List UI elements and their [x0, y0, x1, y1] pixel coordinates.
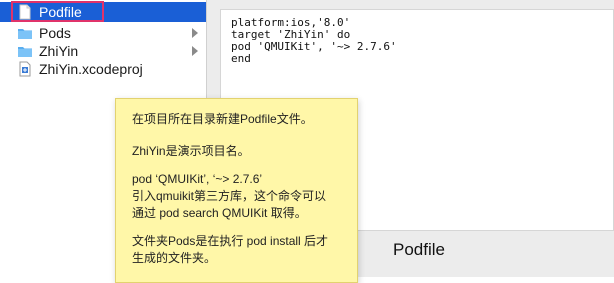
- folder-icon: [18, 47, 32, 57]
- preview-filename: Podfile: [393, 240, 445, 259]
- file-label: Pods: [39, 25, 71, 41]
- annotation-highlight: [11, 1, 104, 22]
- finder-window: Podfile Pods ZhiYin ZhiYin.xcodeproj pla…: [0, 0, 614, 283]
- folder-icon: [18, 29, 32, 39]
- file-row-xcodeproj[interactable]: ZhiYin.xcodeproj: [0, 59, 206, 79]
- disclosure-arrow-icon[interactable]: [192, 46, 198, 56]
- note-line: 在项目所在目录新建Podfile文件。: [132, 112, 313, 126]
- note-line: 通过 pod search QMUIKit 取得。: [132, 206, 307, 220]
- note-line: 引入qmuikit第三方库，这个命令可以: [132, 189, 327, 203]
- disclosure-arrow-icon[interactable]: [192, 28, 198, 38]
- note-line: pod ‘QMUIKit’, ‘~> 2.7.6’: [132, 172, 263, 186]
- file-row-pods[interactable]: Pods: [0, 23, 206, 43]
- note-line: 文件夹Pods是在执行 pod install 后才: [132, 234, 329, 248]
- code-line: end: [231, 52, 251, 65]
- note-line: ZhiYin是演示项目名。: [132, 144, 250, 158]
- file-label: ZhiYin.xcodeproj: [39, 61, 143, 77]
- note-line: 生成的文件夹。: [132, 251, 217, 265]
- xcodeproj-icon: [19, 61, 31, 77]
- file-row-zhiyin[interactable]: ZhiYin: [0, 41, 206, 61]
- file-label: ZhiYin: [39, 43, 79, 59]
- code-line: pod 'QMUIKit', '~> 2.7.6': [231, 40, 397, 53]
- sticky-note: 在项目所在目录新建Podfile文件。 ZhiYin是演示项目名。 pod ‘Q…: [115, 98, 358, 283]
